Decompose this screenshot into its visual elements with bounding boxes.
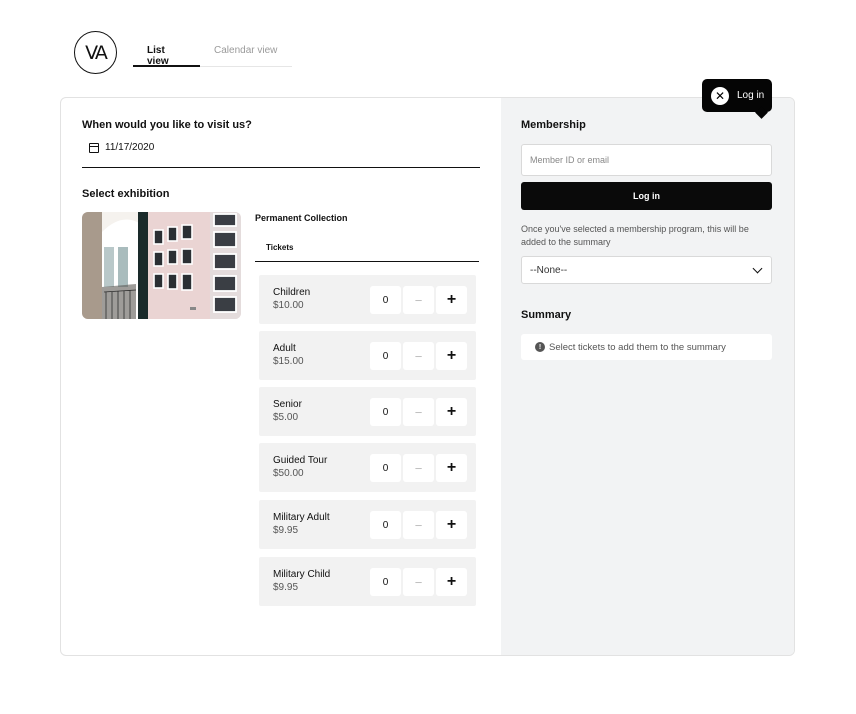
- summary-heading: Summary: [521, 309, 572, 321]
- membership-heading: Membership: [521, 119, 586, 131]
- decrement-button[interactable]: −: [403, 398, 434, 426]
- tab-calendar-view[interactable]: Calendar view: [200, 38, 292, 67]
- booking-card: When would you like to visit us? 11/17/2…: [60, 97, 795, 656]
- ticket-name: Adult: [273, 343, 296, 354]
- quantity-field[interactable]: 0: [370, 286, 401, 314]
- member-id-input[interactable]: [521, 144, 772, 176]
- close-icon[interactable]: ✕: [711, 86, 729, 105]
- view-tabs: List view Calendar view: [133, 38, 292, 67]
- ticket-price: $5.00: [273, 412, 299, 423]
- select-exhibition-heading: Select exhibition: [82, 188, 170, 200]
- ticket-row: Guided Tour $50.00 0 − +: [259, 443, 476, 492]
- summary-box: ! Select tickets to add them to the summ…: [521, 334, 772, 360]
- increment-button[interactable]: +: [436, 568, 467, 596]
- increment-button[interactable]: +: [436, 286, 467, 314]
- tab-tickets[interactable]: Tickets: [255, 234, 479, 262]
- logo-text: VA: [85, 41, 108, 64]
- quantity-field[interactable]: 0: [370, 454, 401, 482]
- ticket-row: Senior $5.00 0 − +: [259, 387, 476, 436]
- ticket-row: Adult $15.00 0 − +: [259, 331, 476, 380]
- increment-button[interactable]: +: [436, 511, 467, 539]
- quantity-field[interactable]: 0: [370, 342, 401, 370]
- ticket-price: $9.95: [273, 582, 299, 593]
- exhibition-name: Permanent Collection: [255, 213, 348, 223]
- chevron-down-icon: [752, 263, 763, 274]
- date-value: 11/17/2020: [105, 142, 155, 153]
- exhibition-image[interactable]: [82, 212, 241, 319]
- decrement-button[interactable]: −: [403, 511, 434, 539]
- select-value: --None--: [530, 265, 568, 276]
- ticket-name: Children: [273, 287, 311, 298]
- increment-button[interactable]: +: [436, 342, 467, 370]
- decrement-button[interactable]: −: [403, 568, 434, 596]
- date-picker-field[interactable]: 11/17/2020: [82, 142, 480, 168]
- info-icon: !: [535, 342, 545, 352]
- log-in-button[interactable]: Log in: [521, 182, 772, 210]
- ticket-name: Military Child: [273, 569, 331, 580]
- ticket-name: Senior: [273, 399, 302, 410]
- decrement-button[interactable]: −: [403, 342, 434, 370]
- increment-button[interactable]: +: [436, 398, 467, 426]
- increment-button[interactable]: +: [436, 454, 467, 482]
- ticket-price: $9.95: [273, 525, 299, 536]
- logo: VA: [74, 31, 117, 74]
- ticket-price: $10.00: [273, 300, 304, 311]
- summary-empty-message: Select tickets to add them to the summar…: [549, 341, 726, 353]
- visit-date-heading: When would you like to visit us?: [82, 119, 252, 131]
- calendar-icon: [89, 143, 99, 153]
- quantity-field[interactable]: 0: [370, 511, 401, 539]
- login-tooltip[interactable]: ✕ Log in: [702, 79, 772, 112]
- ticket-name: Guided Tour: [273, 455, 328, 466]
- tab-list-view[interactable]: List view: [133, 38, 200, 67]
- ticket-name: Military Adult: [273, 512, 330, 523]
- tooltip-label: Log in: [737, 90, 765, 101]
- ticket-row: Military Child $9.95 0 − +: [259, 557, 476, 606]
- decrement-button[interactable]: −: [403, 286, 434, 314]
- membership-panel: Membership Log in Once you've selected a…: [501, 98, 794, 655]
- membership-note: Once you've selected a membership progra…: [521, 224, 749, 247]
- ticket-price: $15.00: [273, 356, 304, 367]
- ticket-row: Children $10.00 0 − +: [259, 275, 476, 324]
- membership-select[interactable]: --None--: [521, 256, 772, 284]
- decrement-button[interactable]: −: [403, 454, 434, 482]
- quantity-field[interactable]: 0: [370, 398, 401, 426]
- ticket-row: Military Adult $9.95 0 − +: [259, 500, 476, 549]
- ticket-price: $50.00: [273, 468, 304, 479]
- quantity-field[interactable]: 0: [370, 568, 401, 596]
